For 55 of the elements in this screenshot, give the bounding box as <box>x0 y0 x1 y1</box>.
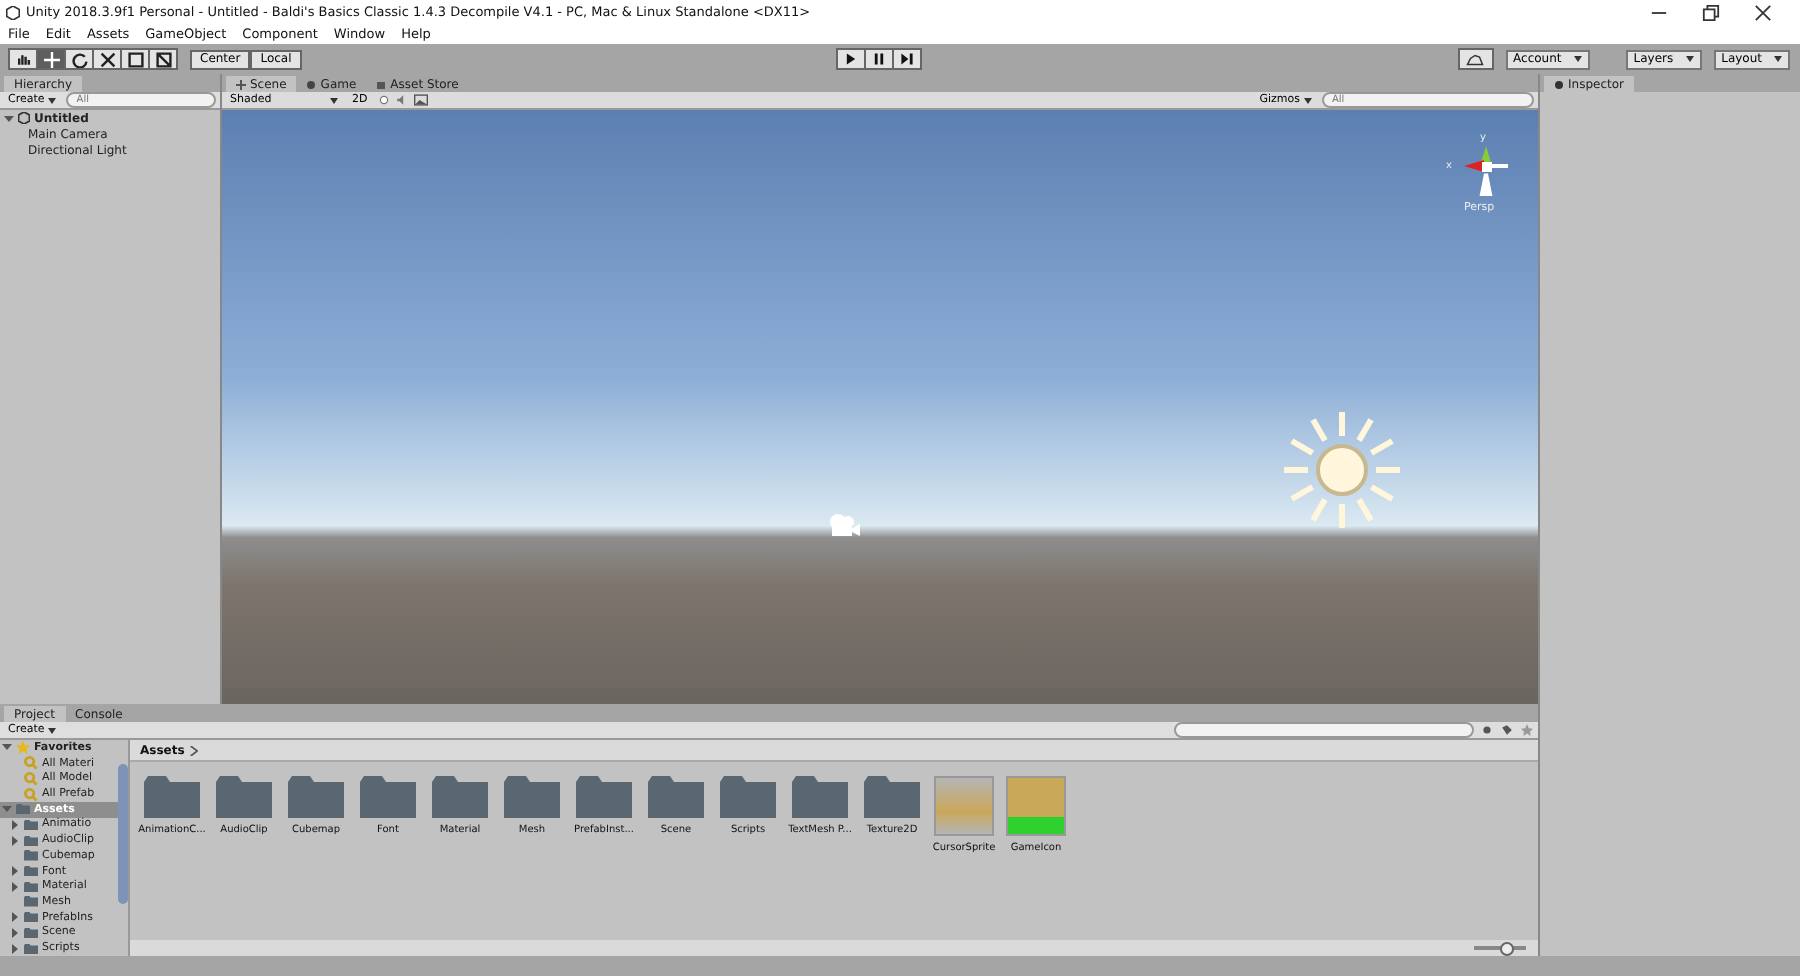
pause-icon <box>872 52 887 66</box>
play-button[interactable] <box>836 48 867 70</box>
pause-button[interactable] <box>864 48 895 70</box>
folder-icon <box>864 776 920 818</box>
rotate-tool-icon <box>71 51 87 67</box>
play-icon <box>844 52 859 66</box>
camera-icon[interactable] <box>826 512 862 540</box>
cloud-button[interactable] <box>1457 48 1494 70</box>
folder-icon <box>504 776 560 818</box>
tool-button[interactable] <box>36 48 66 70</box>
folder-icon <box>720 776 776 818</box>
tool-button[interactable] <box>92 48 122 70</box>
rect-tool-icon <box>127 51 143 67</box>
expand-arrow-icon[interactable] <box>4 113 14 123</box>
image-icon[interactable] <box>413 94 428 106</box>
image-thumbnail <box>1006 776 1066 836</box>
tool-button[interactable] <box>8 48 38 70</box>
store-tab-icon <box>376 79 387 89</box>
close-icon[interactable] <box>1754 3 1772 21</box>
folder-icon <box>648 776 704 818</box>
caret-icon <box>48 727 57 733</box>
move-tool-icon <box>43 51 59 67</box>
star-icon <box>16 740 30 755</box>
caret-icon <box>1685 56 1694 62</box>
tool-button[interactable] <box>120 48 150 70</box>
game-tab-icon <box>306 79 317 89</box>
star-icon[interactable] <box>1520 724 1534 736</box>
scene-tab-icon <box>236 79 246 89</box>
caret-icon <box>330 97 338 103</box>
transform-tool-icon <box>155 51 171 67</box>
folder-icon <box>432 776 488 818</box>
step-button[interactable] <box>892 48 923 70</box>
caret-icon <box>1573 56 1582 62</box>
scrollbar[interactable] <box>118 764 128 904</box>
expand-arrow-icon[interactable] <box>2 742 12 753</box>
search-field[interactable] <box>1174 722 1474 738</box>
caret-icon <box>48 97 57 103</box>
folder-icon <box>144 776 200 818</box>
cloud-icon <box>1466 53 1485 65</box>
restore-icon[interactable] <box>1702 3 1720 21</box>
slider-thumb[interactable] <box>1499 942 1514 956</box>
chevron-icon <box>190 745 199 755</box>
folder-icon <box>216 776 272 818</box>
folder-icon <box>360 776 416 818</box>
image-thumbnail <box>934 776 994 836</box>
tool-button[interactable] <box>148 48 178 70</box>
caret-icon <box>1304 97 1312 103</box>
tool-button[interactable] <box>64 48 94 70</box>
scale-tool-icon <box>99 51 115 67</box>
folder-icon <box>792 776 848 818</box>
caret-icon <box>1774 56 1783 62</box>
folder-icon <box>288 776 344 818</box>
step-icon <box>900 52 915 66</box>
light-icon[interactable] <box>377 94 390 106</box>
folder-icon <box>576 776 632 818</box>
